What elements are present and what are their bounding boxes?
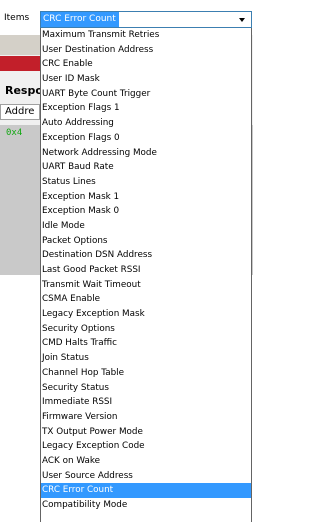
dropdown-option[interactable]: Legacy Exception Mask <box>41 307 251 322</box>
dropdown-option[interactable]: Compatibility Mode <box>41 498 251 513</box>
dropdown-option[interactable]: Immediate RSSI <box>41 395 251 410</box>
dropdown-option[interactable]: Security Status <box>41 381 251 396</box>
dropdown-option[interactable]: Exception Mask 0 <box>41 204 251 219</box>
dropdown-option[interactable]: User Destination Address <box>41 43 251 58</box>
dropdown-option[interactable]: Exception Mask 1 <box>41 190 251 205</box>
dropdown-option[interactable]: Status Lines <box>41 175 251 190</box>
dropdown-option[interactable]: Join Status <box>41 351 251 366</box>
dropdown-option[interactable]: Firmware Version <box>41 410 251 425</box>
dropdown-option[interactable]: Security Options <box>41 322 251 337</box>
items-label: Items <box>4 13 30 23</box>
dropdown-option[interactable]: CMD Halts Traffic <box>41 336 251 351</box>
dropdown-option[interactable]: Legacy Exception Code <box>41 439 251 454</box>
dropdown-option[interactable]: Exception Flags 1 <box>41 101 251 116</box>
dropdown-option[interactable]: TX Output Power Mode <box>41 425 251 440</box>
dropdown-option[interactable]: UART Baud Rate <box>41 160 251 175</box>
address-field[interactable]: Addre <box>0 104 40 120</box>
dropdown-option[interactable]: Network Addressing Mode <box>41 146 251 161</box>
dropdown-option[interactable]: User ID Mask <box>41 72 251 87</box>
dropdown-option[interactable]: Exception Flags 0 <box>41 131 251 146</box>
dropdown-option[interactable]: Auto Addressing <box>41 116 251 131</box>
status-bar-red <box>0 56 40 71</box>
response-section-label: Respo <box>5 84 43 97</box>
dropdown-option[interactable]: Transmit Wait Timeout <box>41 278 251 293</box>
dropdown-option[interactable]: Maximum Transmit Retries <box>41 28 251 43</box>
dropdown-option[interactable]: Channel Hop Table <box>41 366 251 381</box>
items-combobox-value: CRC Error Count <box>41 12 119 27</box>
dropdown-option[interactable]: Last Good Packet RSSI <box>41 263 251 278</box>
dropdown-option[interactable]: Idle Mode <box>41 219 251 234</box>
dropdown-option[interactable]: User Source Address <box>41 469 251 484</box>
dropdown-option[interactable]: Packet Options <box>41 234 251 249</box>
app-window: Respo Addre 0x4 Items CRC Error Count Ma… <box>0 0 253 522</box>
hex-value-cell: 0x4 <box>6 128 23 138</box>
background-toolbar-strip <box>0 35 40 55</box>
dropdown-option[interactable]: UART Byte Count Trigger <box>41 87 251 102</box>
items-combobox[interactable]: CRC Error Count <box>40 11 252 28</box>
dropdown-option[interactable]: CRC Error Count <box>41 483 251 498</box>
dropdown-option[interactable]: ACK on Wake <box>41 454 251 469</box>
dropdown-option[interactable]: Destination DSN Address <box>41 248 251 263</box>
dropdown-option[interactable]: CRC Enable <box>41 57 251 72</box>
dropdown-option[interactable]: CSMA Enable <box>41 292 251 307</box>
items-dropdown-list[interactable]: Maximum Transmit Retries User Destination… <box>40 28 252 522</box>
chevron-down-icon[interactable] <box>239 18 245 22</box>
